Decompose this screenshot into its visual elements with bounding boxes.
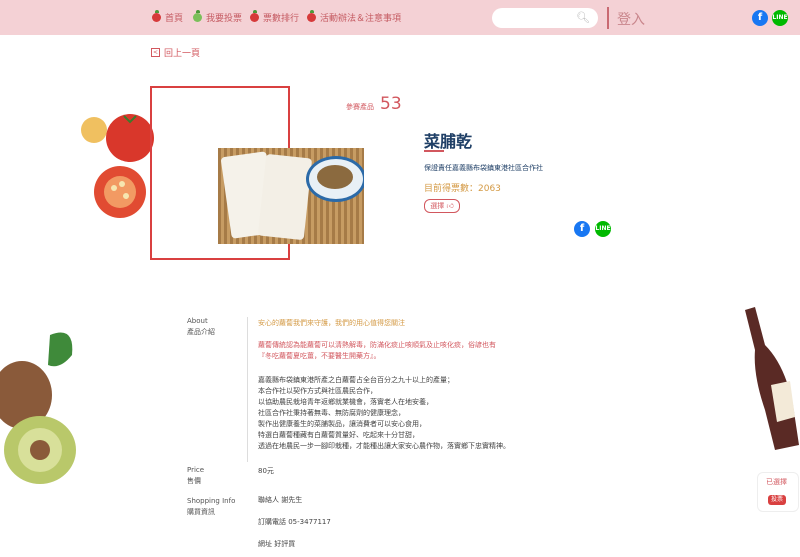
nav-home[interactable]: 首頁 — [152, 10, 183, 24]
divider — [607, 7, 609, 29]
shopping-label-zh: 購買資訊 — [187, 508, 215, 516]
green-apple-icon — [193, 10, 202, 22]
select-vote-button[interactable]: 選擇 👍︎ — [424, 199, 460, 213]
apple-icon — [250, 10, 259, 22]
line-icon[interactable]: LINE — [772, 10, 788, 26]
about-body-line: 製作出健康養生的菜脯製品，讓消費者可以安心食用， — [258, 420, 426, 428]
shopping-phone: 訂購電話 05-3477117 — [258, 518, 331, 526]
rank-number: 53 — [380, 94, 402, 114]
thumbs-up-icon: 👍︎ — [446, 202, 454, 210]
side-vote-widget[interactable]: 已選擇 投票 — [757, 472, 799, 512]
product-photo — [218, 148, 364, 244]
about-body-line: 社區合作社秉持著無毒、無防腐劑的健康理念， — [258, 409, 405, 417]
price-label-en: Price — [187, 466, 205, 474]
shopping-contact: 聯絡人 謝先生 — [258, 496, 303, 504]
facebook-icon[interactable]: f — [752, 10, 768, 26]
product-title: 菜脯乾 — [424, 132, 473, 151]
apple-icon — [152, 10, 161, 22]
about-label-zh: 產品介紹 — [187, 328, 215, 336]
about-label-en: About — [187, 317, 208, 325]
share-line-icon[interactable]: LINE — [595, 221, 611, 237]
vote-count: 目前得票數：2063 — [424, 184, 501, 194]
about-body-line: 以協助農民栽培青年返鄉就業機會，落實老人在地安養， — [258, 398, 433, 406]
nav-vote[interactable]: 我要投票 — [193, 10, 242, 24]
price-label-zh: 售價 — [187, 477, 201, 485]
about-body-line: 特選白蘿蔔種藏有白蘿蔔質量好、吃起來十分甘甜， — [258, 431, 419, 439]
avocado-decoration — [0, 332, 76, 484]
nav-rules[interactable]: 活動辦法＆注意事項 — [307, 10, 401, 24]
back-arrow-icon: < — [151, 48, 160, 57]
voted-label: 已選擇 — [766, 478, 787, 486]
share-facebook-icon[interactable]: f — [574, 221, 590, 237]
apple-icon — [307, 10, 316, 22]
price-value: 80元 — [258, 467, 274, 475]
about-body-line: 本合作社以契作方式與社區農民合作， — [258, 387, 377, 395]
product-organization: 保證責任嘉義縣布袋鎮東港社區合作社 — [424, 164, 543, 172]
top-nav-bar: 首頁 我要投票 票數排行 活動辦法＆注意事項 🔍︎ 登入 f LINE — [0, 0, 800, 35]
side-vote-button[interactable]: 投票 — [768, 495, 786, 505]
nav-ranking[interactable]: 票數排行 — [250, 10, 299, 24]
title-underline — [424, 150, 444, 152]
login-button[interactable]: 登入 — [617, 9, 645, 29]
about-body-line: 透過在地農民一步一腳印栽種，才能種出讓大家安心農作物，落實鄉下忠實精神。 — [258, 442, 510, 450]
shopping-website[interactable]: 網址 好評買 — [258, 539, 295, 550]
search-icon[interactable]: 🔍︎ — [576, 11, 590, 24]
rank-label: 參賽產品 — [346, 103, 374, 111]
search-input[interactable]: 🔍︎ — [492, 8, 598, 28]
about-red-line: 『冬吃蘿蔔夏吃薑，不要醫生開藥方』。 — [258, 352, 381, 360]
about-tagline: 安心的蘿蔔我們來守護，我們的用心值得您關注 — [258, 319, 405, 327]
about-red-line: 蘿蔔傳統認為能蘿蔔可以清熱解毒，防滿化痰止咳順氣及止咳化痰，俗諺也有 — [258, 341, 496, 349]
wine-bottle-decoration — [745, 307, 799, 450]
back-link[interactable]: < 回上一頁 — [151, 46, 200, 59]
about-body-line: 嘉義縣布袋鎮東港所產之白蘿蔔占全台百分之九十以上的產量； — [258, 376, 454, 384]
tomato-decoration — [81, 114, 154, 218]
details-divider — [247, 317, 248, 462]
shopping-label-en: Shopping Info — [187, 497, 236, 505]
